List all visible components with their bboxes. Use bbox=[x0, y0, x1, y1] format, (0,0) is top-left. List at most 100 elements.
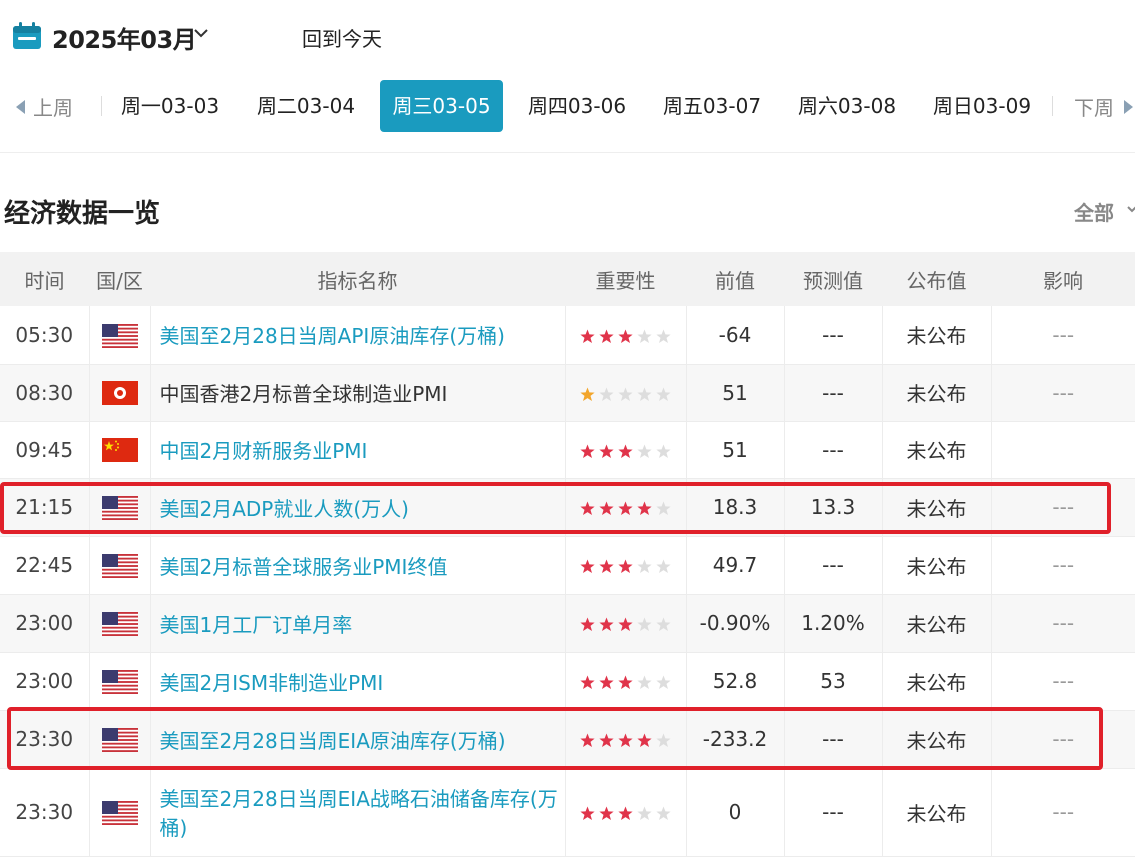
column-header-impact: 影响 bbox=[991, 252, 1135, 306]
economic-data-table: 时间 国/区 指标名称 重要性 前值 预测值 公布值 影响 05:30 美国至2月… bbox=[0, 252, 1135, 857]
star-icon bbox=[618, 806, 633, 820]
importance-cell bbox=[565, 594, 687, 653]
next-week-button[interactable]: 下周 bbox=[1074, 92, 1133, 121]
previous-value-cell: -0.90% bbox=[686, 594, 785, 653]
indicator-link[interactable]: 中国香港2月标普全球制造业PMI bbox=[150, 364, 566, 422]
star-icon bbox=[656, 501, 671, 515]
time-cell: 08:30 bbox=[0, 364, 90, 422]
time-cell: 21:15 bbox=[0, 478, 90, 537]
star-icon bbox=[618, 501, 633, 515]
star-icon bbox=[580, 733, 595, 747]
impact-cell: --- bbox=[991, 594, 1135, 653]
star-icon bbox=[599, 806, 614, 820]
star-icon bbox=[618, 387, 633, 401]
table-row[interactable]: 23:00 美国1月工厂订单月率 -0.90% 1.20% 未公布 --- bbox=[0, 594, 1135, 653]
indicator-link[interactable]: 美国1月工厂订单月率 bbox=[150, 594, 566, 653]
previous-value-cell: 52.8 bbox=[686, 652, 785, 711]
day-tab[interactable]: 周五03-07 bbox=[646, 80, 778, 132]
arrow-left-icon bbox=[16, 99, 25, 114]
week-navigation: 上周 周一03-03 周二03-04 周三03-05 周四03-06 周五03-07 周六… bbox=[0, 78, 1135, 134]
calendar-header: 2025年03月 回到今天 bbox=[0, 0, 1135, 72]
previous-week-button[interactable]: 上周 bbox=[16, 92, 73, 121]
importance-rating bbox=[580, 444, 671, 459]
indicator-link[interactable]: 中国2月财新服务业PMI bbox=[150, 421, 566, 479]
forecast-value-cell: --- bbox=[784, 710, 883, 769]
us-flag-icon bbox=[101, 495, 138, 520]
indicator-link[interactable]: 美国至2月28日当周EIA原油库存(万桶) bbox=[150, 710, 566, 769]
column-header-importance: 重要性 bbox=[565, 252, 686, 306]
table-row[interactable]: 23:30 美国至2月28日当周EIA战略石油储备库存(万桶) 0 --- 未公布 --- bbox=[0, 768, 1135, 857]
star-icon bbox=[656, 329, 671, 343]
forecast-value-cell: --- bbox=[784, 306, 883, 365]
table-row[interactable]: 22:45 美国2月标普全球服务业PMI终值 49.7 --- 未公布 --- bbox=[0, 536, 1135, 595]
divider bbox=[1052, 96, 1053, 116]
back-to-today-button[interactable]: 回到今天 bbox=[302, 23, 382, 52]
table-row[interactable]: 08:30 中国香港2月标普全球制造业PMI 51 --- 未公布 --- bbox=[0, 364, 1135, 422]
us-flag-icon bbox=[101, 323, 138, 348]
table-row[interactable]: 09:45 中国2月财新服务业PMI 51 --- 未公布 bbox=[0, 421, 1135, 479]
impact-cell: --- bbox=[991, 710, 1135, 769]
region-cell bbox=[89, 478, 151, 537]
previous-value-cell: 51 bbox=[686, 364, 785, 422]
chevron-down-icon[interactable] bbox=[1126, 202, 1135, 216]
importance-cell bbox=[565, 536, 687, 595]
star-icon bbox=[656, 559, 671, 573]
importance-rating bbox=[580, 329, 671, 344]
table-header-row: 时间 国/区 指标名称 重要性 前值 预测值 公布值 影响 bbox=[0, 252, 1135, 306]
indicator-link[interactable]: 美国2月ADP就业人数(万人) bbox=[150, 478, 566, 537]
day-tab[interactable]: 周一03-03 bbox=[104, 80, 236, 132]
importance-rating bbox=[580, 733, 671, 748]
star-icon bbox=[580, 444, 595, 458]
star-icon bbox=[618, 559, 633, 573]
region-cell bbox=[89, 421, 151, 479]
table-row[interactable]: 21:15 美国2月ADP就业人数(万人) 18.3 13.3 未公布 --- bbox=[0, 478, 1135, 537]
star-icon bbox=[637, 329, 652, 343]
previous-value-cell: 18.3 bbox=[686, 478, 785, 537]
chevron-down-icon[interactable] bbox=[192, 24, 210, 42]
table-row[interactable]: 05:30 美国至2月28日当周API原油库存(万桶) -64 --- 未公布 --- bbox=[0, 306, 1135, 365]
arrow-right-icon bbox=[1124, 99, 1133, 114]
impact-cell: --- bbox=[991, 768, 1135, 857]
star-icon bbox=[580, 806, 595, 820]
month-selector[interactable]: 2025年03月 bbox=[52, 20, 197, 55]
impact-cell: --- bbox=[991, 478, 1135, 537]
day-tab[interactable]: 周三03-05 bbox=[380, 80, 503, 132]
forecast-value-cell: 13.3 bbox=[784, 478, 883, 537]
day-tab[interactable]: 周日03-09 bbox=[916, 80, 1048, 132]
star-icon bbox=[637, 559, 652, 573]
importance-rating bbox=[580, 387, 671, 402]
filter-dropdown[interactable]: 全部 bbox=[1074, 197, 1114, 226]
indicator-link[interactable]: 美国至2月28日当周EIA战略石油储备库存(万桶) bbox=[150, 768, 566, 857]
day-tab[interactable]: 周二03-04 bbox=[240, 80, 372, 132]
previous-week-label: 上周 bbox=[33, 96, 73, 120]
star-icon bbox=[637, 444, 652, 458]
star-icon bbox=[599, 329, 614, 343]
forecast-value-cell: --- bbox=[784, 768, 883, 857]
indicator-link[interactable]: 美国2月ISM非制造业PMI bbox=[150, 652, 566, 711]
star-icon bbox=[618, 329, 633, 343]
time-cell: 23:00 bbox=[0, 652, 90, 711]
importance-rating bbox=[580, 617, 671, 632]
indicator-link[interactable]: 美国2月标普全球服务业PMI终值 bbox=[150, 536, 566, 595]
table-row[interactable]: 23:00 美国2月ISM非制造业PMI 52.8 53 未公布 --- bbox=[0, 652, 1135, 711]
star-icon bbox=[637, 806, 652, 820]
day-tab[interactable]: 周四03-06 bbox=[511, 80, 643, 132]
importance-rating bbox=[580, 501, 671, 516]
star-icon bbox=[637, 675, 652, 689]
star-icon bbox=[580, 617, 595, 631]
impact-cell bbox=[991, 421, 1135, 479]
column-header-time: 时间 bbox=[0, 252, 89, 306]
time-cell: 09:45 bbox=[0, 421, 90, 479]
calendar-icon[interactable] bbox=[12, 22, 42, 50]
section-title: 经济数据一览 bbox=[4, 199, 161, 229]
importance-cell bbox=[565, 421, 687, 479]
importance-rating bbox=[580, 559, 671, 574]
star-icon bbox=[637, 501, 652, 515]
indicator-link[interactable]: 美国至2月28日当周API原油库存(万桶) bbox=[150, 306, 566, 365]
table-row[interactable]: 23:30 美国至2月28日当周EIA原油库存(万桶) -233.2 --- 未公布 --… bbox=[0, 710, 1135, 769]
region-cell bbox=[89, 768, 151, 857]
day-tab[interactable]: 周六03-08 bbox=[781, 80, 913, 132]
impact-cell: --- bbox=[991, 652, 1135, 711]
forecast-value-cell: --- bbox=[784, 364, 883, 422]
divider bbox=[0, 152, 1135, 153]
